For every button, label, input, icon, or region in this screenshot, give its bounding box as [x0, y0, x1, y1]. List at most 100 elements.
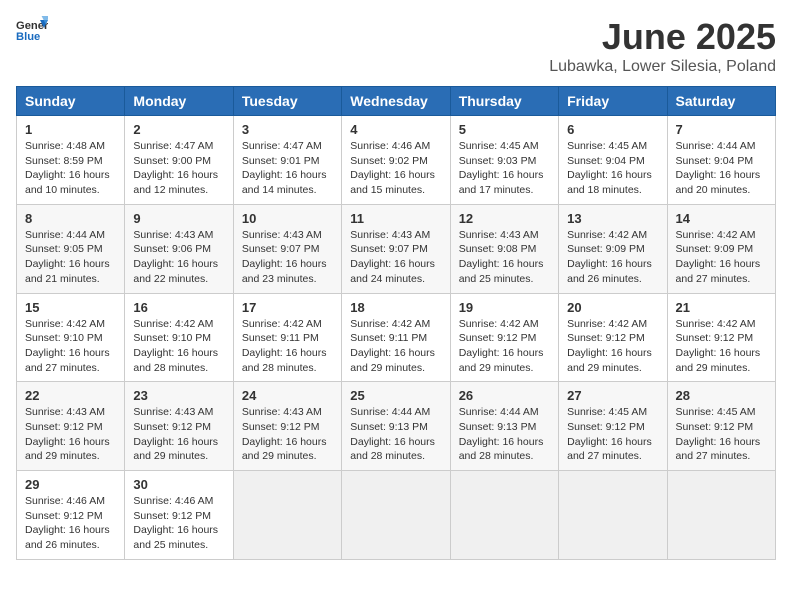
day-number: 4 [350, 122, 441, 137]
day-info: Sunrise: 4:43 AM Sunset: 9:07 PM Dayligh… [242, 229, 327, 285]
day-number: 11 [350, 211, 441, 226]
table-row: 27 Sunrise: 4:45 AM Sunset: 9:12 PM Dayl… [559, 382, 667, 471]
day-number: 8 [25, 211, 116, 226]
day-info: Sunrise: 4:42 AM Sunset: 9:11 PM Dayligh… [350, 318, 435, 374]
day-info: Sunrise: 4:43 AM Sunset: 9:07 PM Dayligh… [350, 229, 435, 285]
day-number: 9 [133, 211, 224, 226]
day-number: 24 [242, 388, 333, 403]
day-info: Sunrise: 4:47 AM Sunset: 9:01 PM Dayligh… [242, 140, 327, 196]
table-row: 3 Sunrise: 4:47 AM Sunset: 9:01 PM Dayli… [233, 116, 341, 205]
day-number: 2 [133, 122, 224, 137]
table-row: 28 Sunrise: 4:45 AM Sunset: 9:12 PM Dayl… [667, 382, 775, 471]
table-row: 18 Sunrise: 4:42 AM Sunset: 9:11 PM Dayl… [342, 293, 450, 382]
table-row: 4 Sunrise: 4:46 AM Sunset: 9:02 PM Dayli… [342, 116, 450, 205]
calendar-week-row: 15 Sunrise: 4:42 AM Sunset: 9:10 PM Dayl… [17, 293, 776, 382]
table-row: 9 Sunrise: 4:43 AM Sunset: 9:06 PM Dayli… [125, 204, 233, 293]
day-info: Sunrise: 4:45 AM Sunset: 9:12 PM Dayligh… [567, 406, 652, 462]
svg-text:Blue: Blue [16, 31, 40, 43]
day-info: Sunrise: 4:46 AM Sunset: 9:12 PM Dayligh… [133, 495, 218, 551]
day-info: Sunrise: 4:43 AM Sunset: 9:12 PM Dayligh… [242, 406, 327, 462]
day-info: Sunrise: 4:42 AM Sunset: 9:12 PM Dayligh… [567, 318, 652, 374]
day-info: Sunrise: 4:44 AM Sunset: 9:04 PM Dayligh… [676, 140, 761, 196]
day-number: 10 [242, 211, 333, 226]
day-number: 6 [567, 122, 658, 137]
table-row: 15 Sunrise: 4:42 AM Sunset: 9:10 PM Dayl… [17, 293, 125, 382]
day-number: 3 [242, 122, 333, 137]
table-row: 5 Sunrise: 4:45 AM Sunset: 9:03 PM Dayli… [450, 116, 558, 205]
day-number: 7 [676, 122, 767, 137]
day-info: Sunrise: 4:42 AM Sunset: 9:10 PM Dayligh… [25, 318, 110, 374]
day-info: Sunrise: 4:44 AM Sunset: 9:05 PM Dayligh… [25, 229, 110, 285]
day-number: 12 [459, 211, 550, 226]
day-number: 22 [25, 388, 116, 403]
day-info: Sunrise: 4:43 AM Sunset: 9:06 PM Dayligh… [133, 229, 218, 285]
day-info: Sunrise: 4:43 AM Sunset: 9:12 PM Dayligh… [133, 406, 218, 462]
day-info: Sunrise: 4:46 AM Sunset: 9:02 PM Dayligh… [350, 140, 435, 196]
logo-icon: General Blue [16, 16, 48, 44]
day-number: 1 [25, 122, 116, 137]
day-info: Sunrise: 4:42 AM Sunset: 9:12 PM Dayligh… [459, 318, 544, 374]
day-number: 29 [25, 477, 116, 492]
table-row: 24 Sunrise: 4:43 AM Sunset: 9:12 PM Dayl… [233, 382, 341, 471]
logo: General Blue [16, 16, 48, 44]
table-row [233, 471, 341, 560]
calendar-week-row: 1 Sunrise: 4:48 AM Sunset: 8:59 PM Dayli… [17, 116, 776, 205]
day-info: Sunrise: 4:45 AM Sunset: 9:03 PM Dayligh… [459, 140, 544, 196]
calendar-week-row: 29 Sunrise: 4:46 AM Sunset: 9:12 PM Dayl… [17, 471, 776, 560]
day-number: 28 [676, 388, 767, 403]
day-info: Sunrise: 4:42 AM Sunset: 9:09 PM Dayligh… [567, 229, 652, 285]
table-row: 22 Sunrise: 4:43 AM Sunset: 9:12 PM Dayl… [17, 382, 125, 471]
col-monday: Monday [125, 87, 233, 116]
calendar-week-row: 8 Sunrise: 4:44 AM Sunset: 9:05 PM Dayli… [17, 204, 776, 293]
table-row: 8 Sunrise: 4:44 AM Sunset: 9:05 PM Dayli… [17, 204, 125, 293]
day-info: Sunrise: 4:42 AM Sunset: 9:10 PM Dayligh… [133, 318, 218, 374]
table-row: 26 Sunrise: 4:44 AM Sunset: 9:13 PM Dayl… [450, 382, 558, 471]
location-title: Lubawka, Lower Silesia, Poland [549, 58, 776, 76]
title-area: June 2025 Lubawka, Lower Silesia, Poland [549, 16, 776, 76]
day-number: 20 [567, 300, 658, 315]
table-row: 21 Sunrise: 4:42 AM Sunset: 9:12 PM Dayl… [667, 293, 775, 382]
table-row: 14 Sunrise: 4:42 AM Sunset: 9:09 PM Dayl… [667, 204, 775, 293]
day-info: Sunrise: 4:48 AM Sunset: 8:59 PM Dayligh… [25, 140, 110, 196]
calendar-week-row: 22 Sunrise: 4:43 AM Sunset: 9:12 PM Dayl… [17, 382, 776, 471]
table-row: 19 Sunrise: 4:42 AM Sunset: 9:12 PM Dayl… [450, 293, 558, 382]
day-number: 25 [350, 388, 441, 403]
month-title: June 2025 [549, 16, 776, 58]
col-sunday: Sunday [17, 87, 125, 116]
table-row [559, 471, 667, 560]
day-number: 14 [676, 211, 767, 226]
table-row [342, 471, 450, 560]
page-header: General Blue June 2025 Lubawka, Lower Si… [16, 16, 776, 76]
col-tuesday: Tuesday [233, 87, 341, 116]
table-row: 20 Sunrise: 4:42 AM Sunset: 9:12 PM Dayl… [559, 293, 667, 382]
table-row: 16 Sunrise: 4:42 AM Sunset: 9:10 PM Dayl… [125, 293, 233, 382]
calendar-table: Sunday Monday Tuesday Wednesday Thursday… [16, 86, 776, 560]
col-friday: Friday [559, 87, 667, 116]
table-row [667, 471, 775, 560]
day-number: 13 [567, 211, 658, 226]
table-row: 23 Sunrise: 4:43 AM Sunset: 9:12 PM Dayl… [125, 382, 233, 471]
day-number: 21 [676, 300, 767, 315]
day-number: 16 [133, 300, 224, 315]
day-number: 19 [459, 300, 550, 315]
day-info: Sunrise: 4:44 AM Sunset: 9:13 PM Dayligh… [459, 406, 544, 462]
table-row: 11 Sunrise: 4:43 AM Sunset: 9:07 PM Dayl… [342, 204, 450, 293]
day-number: 17 [242, 300, 333, 315]
day-number: 5 [459, 122, 550, 137]
day-number: 26 [459, 388, 550, 403]
day-info: Sunrise: 4:47 AM Sunset: 9:00 PM Dayligh… [133, 140, 218, 196]
day-info: Sunrise: 4:46 AM Sunset: 9:12 PM Dayligh… [25, 495, 110, 551]
table-row: 12 Sunrise: 4:43 AM Sunset: 9:08 PM Dayl… [450, 204, 558, 293]
table-row: 6 Sunrise: 4:45 AM Sunset: 9:04 PM Dayli… [559, 116, 667, 205]
table-row: 1 Sunrise: 4:48 AM Sunset: 8:59 PM Dayli… [17, 116, 125, 205]
calendar-header-row: Sunday Monday Tuesday Wednesday Thursday… [17, 87, 776, 116]
col-wednesday: Wednesday [342, 87, 450, 116]
table-row: 13 Sunrise: 4:42 AM Sunset: 9:09 PM Dayl… [559, 204, 667, 293]
day-info: Sunrise: 4:42 AM Sunset: 9:12 PM Dayligh… [676, 318, 761, 374]
day-info: Sunrise: 4:44 AM Sunset: 9:13 PM Dayligh… [350, 406, 435, 462]
table-row: 10 Sunrise: 4:43 AM Sunset: 9:07 PM Dayl… [233, 204, 341, 293]
day-info: Sunrise: 4:45 AM Sunset: 9:04 PM Dayligh… [567, 140, 652, 196]
table-row: 7 Sunrise: 4:44 AM Sunset: 9:04 PM Dayli… [667, 116, 775, 205]
table-row: 25 Sunrise: 4:44 AM Sunset: 9:13 PM Dayl… [342, 382, 450, 471]
day-info: Sunrise: 4:42 AM Sunset: 9:09 PM Dayligh… [676, 229, 761, 285]
